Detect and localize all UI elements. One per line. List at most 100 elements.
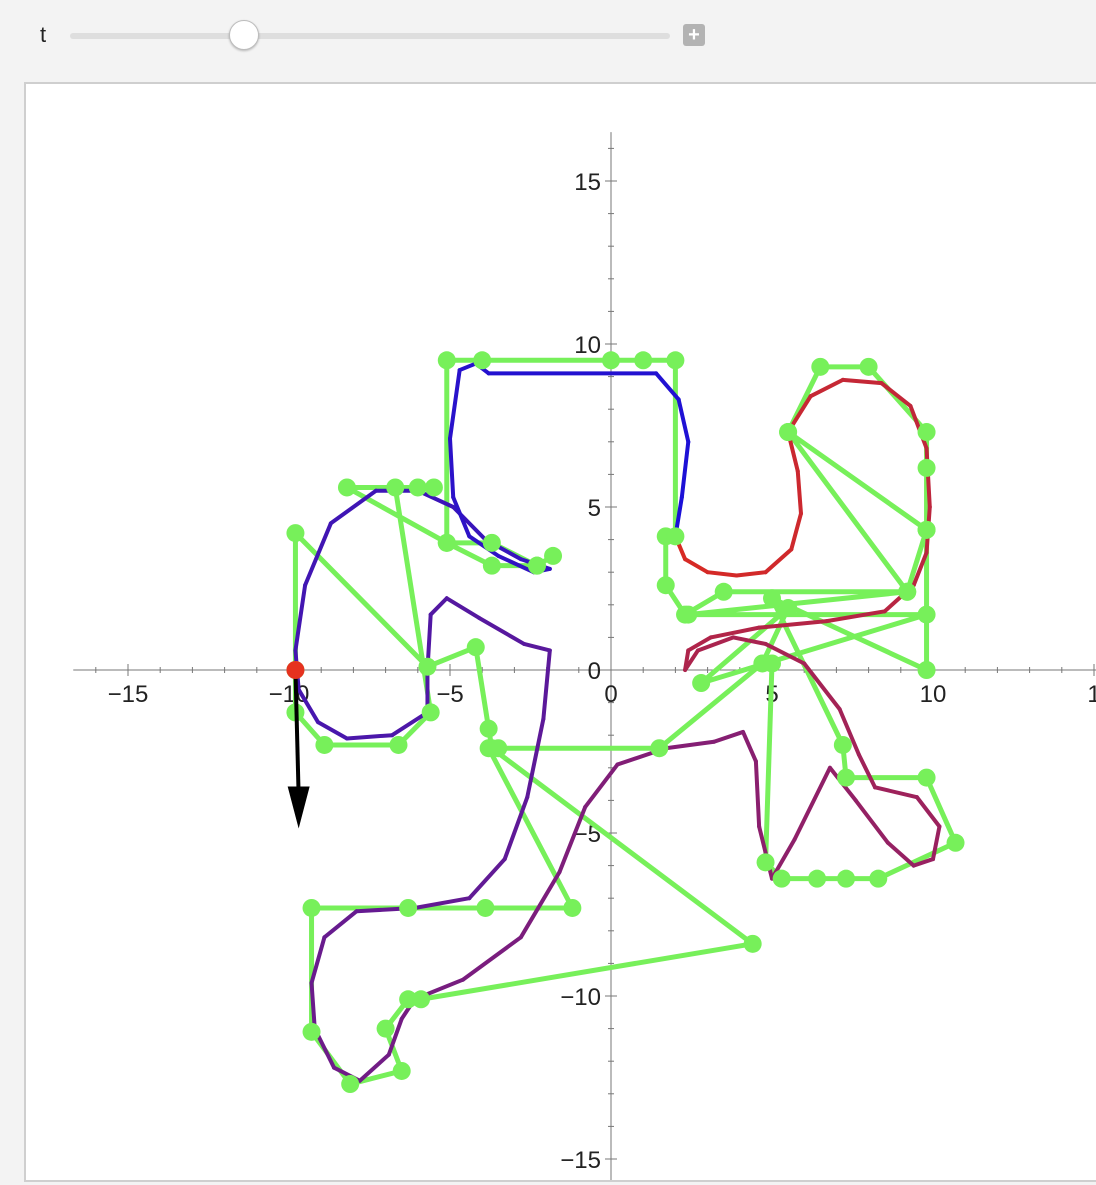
bezier-curve-segment xyxy=(712,729,746,744)
control-point xyxy=(437,533,456,552)
control-point xyxy=(666,527,685,546)
y-tick-label: 10 xyxy=(574,332,601,359)
control-point xyxy=(917,423,936,442)
x-tick-label: −5 xyxy=(436,681,463,708)
bezier-curve-segment xyxy=(444,596,481,620)
bezier-curve-segment xyxy=(753,759,762,829)
bezier-plot: −15 −10 −5 0 5 10 1151050−5−10−15 xyxy=(73,132,1096,1180)
current-point-marker xyxy=(286,661,305,679)
control-point xyxy=(837,869,856,888)
control-point xyxy=(302,898,321,917)
control-point xyxy=(811,357,830,376)
control-point xyxy=(656,576,675,595)
control-point xyxy=(692,674,711,693)
bezier-curve-segment xyxy=(676,397,691,444)
control-point xyxy=(898,582,917,601)
y-tick-label: −15 xyxy=(560,1147,601,1174)
control-point xyxy=(302,1022,321,1041)
control-point xyxy=(399,898,418,917)
bezier-curve-segment xyxy=(679,439,691,500)
control-point xyxy=(763,654,781,673)
control-point xyxy=(917,605,936,624)
control-point xyxy=(412,990,431,1009)
control-point xyxy=(756,853,775,872)
bezier-curve-segment xyxy=(502,795,530,862)
bezier-curve-segment xyxy=(734,570,768,578)
bezier-curve-segment xyxy=(663,739,717,751)
control-point xyxy=(650,739,669,758)
control-point xyxy=(743,934,762,953)
x-tick-label: 0 xyxy=(604,681,617,708)
x-tick-label: 1 xyxy=(1087,681,1096,708)
control-point xyxy=(808,869,827,888)
control-point xyxy=(917,520,936,539)
control-point xyxy=(779,599,798,618)
bezier-curve-segment xyxy=(460,935,523,982)
control-point xyxy=(837,768,856,787)
parameter-label: t xyxy=(40,22,47,47)
bezier-curve-segment xyxy=(879,381,913,408)
control-point xyxy=(602,351,620,370)
control-point xyxy=(666,351,685,370)
bezier-curve-segment xyxy=(789,511,803,552)
control-point xyxy=(763,589,781,608)
control-point xyxy=(437,351,456,370)
control-point xyxy=(376,1019,395,1038)
control-point xyxy=(634,351,653,370)
control-point xyxy=(418,657,437,676)
control-point xyxy=(337,478,356,497)
control-point xyxy=(341,1075,360,1094)
plot-panel: −15 −10 −5 0 5 10 1 15 10 5 0 −5 −10 −15 xyxy=(24,82,1096,1182)
bezier-curve-segment xyxy=(448,368,462,441)
control-point xyxy=(917,768,936,787)
bezier-curve-segment xyxy=(522,641,552,653)
bezier-curve-segment xyxy=(328,488,378,526)
y-tick-label: 15 xyxy=(574,169,601,196)
control-point xyxy=(772,869,791,888)
control-point xyxy=(714,582,733,601)
control-point xyxy=(473,351,492,370)
bezier-curve-segment xyxy=(856,752,878,790)
control-point xyxy=(679,605,698,624)
bezier-curve-segment xyxy=(467,857,507,901)
control-point xyxy=(859,357,878,376)
bezier-curve-segment xyxy=(303,521,333,588)
bezier-curve-segment xyxy=(476,615,527,646)
bezier-curve-segment xyxy=(344,733,395,741)
control-point xyxy=(544,546,563,565)
bezier-curve-segment xyxy=(315,720,349,741)
bezier-curve-segment xyxy=(683,557,710,575)
control-point xyxy=(779,423,798,442)
control-point xyxy=(421,703,440,722)
y-tick-label: −10 xyxy=(560,984,601,1011)
control-point xyxy=(946,833,965,852)
bezier-curve-segment xyxy=(428,596,449,617)
plus-icon[interactable]: + xyxy=(683,24,705,46)
bezier-curve-segment xyxy=(457,361,478,373)
y-tick-label: 5 xyxy=(588,495,601,522)
control-point xyxy=(833,735,852,754)
control-point xyxy=(482,556,501,575)
bezier-curve-segment xyxy=(705,570,739,578)
control-point xyxy=(482,739,501,758)
control-point xyxy=(386,478,405,497)
bezier-curve-segment xyxy=(853,798,890,845)
t-slider-track[interactable] xyxy=(70,33,670,39)
x-tick-label: −15 xyxy=(108,681,149,708)
bezier-curve-segment xyxy=(808,377,845,399)
bezier-curve-segment xyxy=(541,648,552,721)
control-point xyxy=(482,533,501,552)
t-slider-thumb[interactable] xyxy=(229,20,259,50)
control-point xyxy=(869,869,888,888)
bezier-curve-segment xyxy=(840,377,884,386)
arrow-head-icon xyxy=(287,786,310,829)
control-point xyxy=(917,458,936,477)
control-point xyxy=(466,638,485,657)
y-tick-label: 0 xyxy=(588,658,601,685)
bezier-curve-segment xyxy=(741,729,758,764)
control-point xyxy=(286,524,305,543)
bezier-curve-segment xyxy=(451,495,472,539)
control-point xyxy=(527,556,546,575)
control-point xyxy=(563,898,582,917)
bezier-curve-segment xyxy=(322,909,359,940)
